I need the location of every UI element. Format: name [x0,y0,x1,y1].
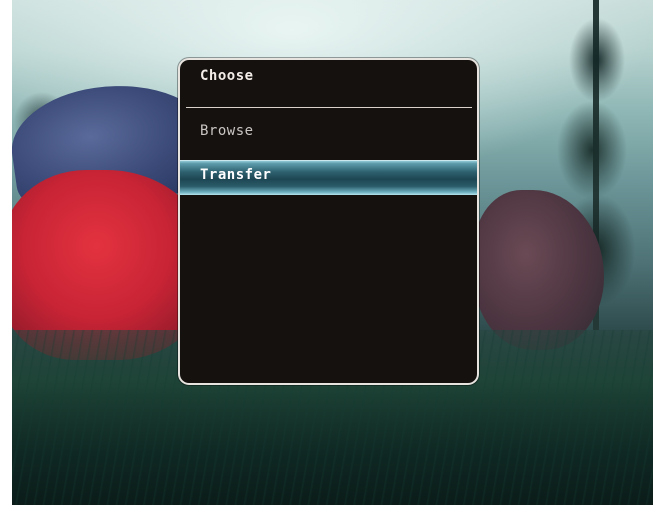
menu-title: Choose [200,68,254,84]
menu-item-browse-label: Browse [200,123,254,139]
menu-item-transfer-label: Transfer [200,167,272,183]
menu-item-transfer[interactable]: Transfer [180,160,477,195]
menu-item-browse[interactable]: Browse [180,116,477,151]
menu-divider [186,107,472,108]
choose-menu: Choose Browse Transfer [180,60,477,383]
